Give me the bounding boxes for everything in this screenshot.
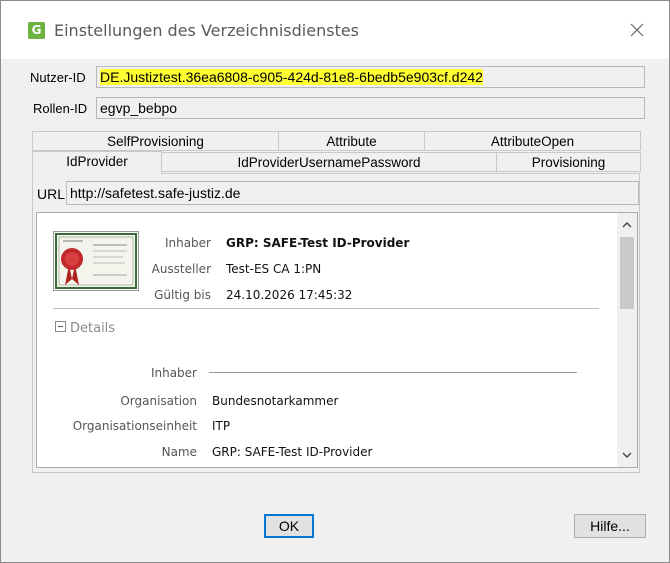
cert-gueltig-value: 24.10.2026 17:45:32: [226, 288, 353, 302]
cert-inhaber-value: GRP: SAFE-Test ID-Provider: [226, 236, 410, 250]
details-organisation-label: Organisation: [120, 394, 197, 408]
url-value: http://safetest.safe-justiz.de: [70, 185, 241, 201]
scroll-up-icon[interactable]: [621, 219, 633, 231]
separator: [53, 308, 599, 309]
tab-attributeopen[interactable]: AttributeOpen: [424, 131, 641, 151]
settings-dialog: G Einstellungen des Verzeichnisdienstes …: [0, 0, 670, 563]
app-icon: G: [28, 22, 45, 39]
ok-button[interactable]: OK: [264, 514, 314, 538]
url-label: URL: [37, 186, 66, 202]
window-title: Einstellungen des Verzeichnisdienstes: [54, 21, 360, 40]
nutzer-id-field[interactable]: DE.Justiztest.36ea6808-c905-424d-81e8-6b…: [96, 66, 645, 88]
nutzer-id-value: DE.Justiztest.36ea6808-c905-424d-81e8-6b…: [100, 69, 483, 85]
details-name-value: GRP: SAFE-Test ID-Provider: [212, 445, 373, 459]
certificate-icon: [53, 231, 139, 291]
rollen-id-value: egvp_bebpo: [100, 100, 178, 116]
url-field[interactable]: http://safetest.safe-justiz.de: [66, 181, 639, 205]
details-label: Details: [70, 321, 116, 336]
scroll-down-icon[interactable]: [621, 449, 633, 461]
details-name-label: Name: [161, 445, 197, 459]
close-icon: [630, 23, 644, 37]
title-bar: G Einstellungen des Verzeichnisdienstes: [1, 1, 669, 59]
tab-provisioning[interactable]: Provisioning: [496, 152, 641, 172]
cert-aussteller-value: Test-ES CA 1:PN: [226, 262, 322, 276]
cert-inhaber-label: Inhaber: [164, 236, 211, 250]
details-orgeinheit-value: ITP: [212, 419, 231, 433]
inhaber-divider: [209, 372, 577, 373]
tab-selfprovisioning[interactable]: SelfProvisioning: [32, 131, 279, 151]
details-toggle[interactable]: Details: [55, 321, 115, 336]
rollen-id-label: Rollen-ID: [33, 101, 88, 116]
cert-aussteller-label: Aussteller: [151, 262, 211, 276]
details-inhaber-label: Inhaber: [150, 366, 197, 380]
cert-gueltig-label: Gültig bis: [154, 288, 211, 302]
tab-idprovider[interactable]: IdProvider: [32, 151, 162, 174]
details-organisation-value: Bundesnotarkammer: [212, 394, 339, 408]
details-orgeinheit-label: Organisationseinheit: [72, 419, 197, 433]
collapse-icon: [55, 321, 66, 332]
rollen-id-field[interactable]: egvp_bebpo: [96, 97, 645, 119]
tab-idproviderusernamepassword[interactable]: IdProviderUsernamePassword: [161, 152, 497, 172]
certificate-view[interactable]: Inhaber GRP: SAFE-Test ID-Provider Ausst…: [36, 212, 638, 468]
tab-attribute[interactable]: Attribute: [278, 131, 425, 151]
nutzer-id-label: Nutzer-ID: [30, 70, 86, 85]
help-button[interactable]: Hilfe...: [574, 514, 646, 538]
close-button[interactable]: [623, 17, 651, 43]
scrollbar-thumb[interactable]: [620, 237, 634, 309]
vertical-scrollbar[interactable]: [617, 213, 637, 467]
